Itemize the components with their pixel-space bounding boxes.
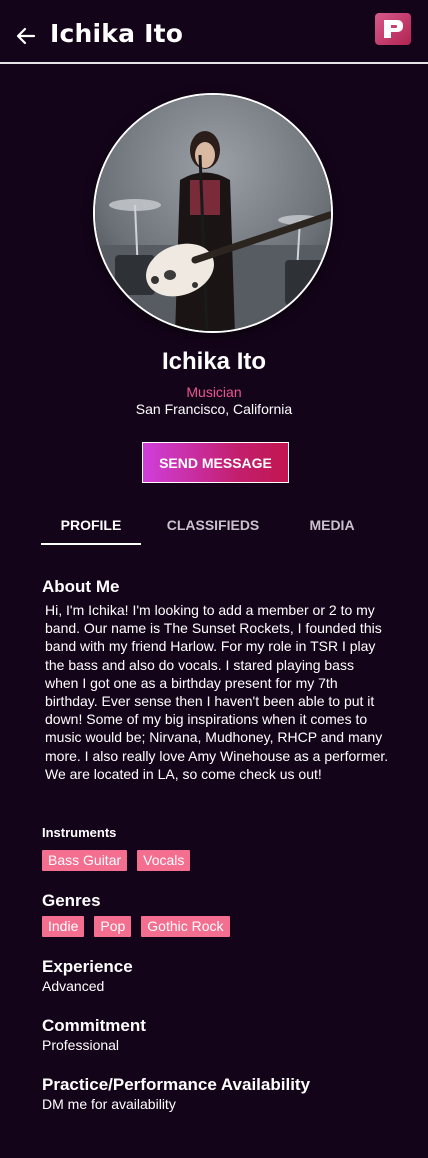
profile-role: Musician: [186, 384, 242, 400]
tag-genre: Pop: [94, 916, 132, 937]
tab-profile[interactable]: PROFILE: [41, 506, 141, 544]
instruments-title: Instruments: [42, 825, 117, 840]
about-text: Hi, I'm Ichika! I'm looking to add a mem…: [45, 602, 389, 782]
musician-photo: [95, 95, 331, 331]
tag-instrument: Bass Guitar: [42, 850, 128, 871]
page-title: Ichika Ito: [50, 19, 184, 48]
send-message-button[interactable]: SEND MESSAGE: [142, 442, 289, 483]
app-header: Ichika Ito: [0, 0, 428, 64]
app-logo[interactable]: [375, 13, 411, 45]
experience-value: Advanced: [42, 978, 105, 994]
genres-title: Genres: [42, 891, 101, 910]
tag-genre: Gothic Rock: [141, 916, 230, 937]
tab-classifieds[interactable]: CLASSIFIEDS: [163, 506, 263, 544]
avatar: [93, 93, 333, 333]
logo-letter-icon: [384, 20, 403, 38]
tag-instrument: Vocals: [137, 850, 191, 871]
availability-title: Practice/Performance Availability: [42, 1075, 311, 1094]
active-tab-indicator: [41, 543, 141, 545]
genres-tags: Indie Pop Gothic Rock: [42, 916, 230, 937]
experience-title: Experience: [42, 957, 133, 976]
instruments-tags: Bass Guitar Vocals: [42, 850, 191, 871]
profile-location: San Francisco, California: [135, 401, 293, 417]
tag-genre: Indie: [42, 916, 85, 937]
about-title: About Me: [42, 577, 120, 596]
arrow-left-icon: [16, 27, 36, 45]
commitment-value: Professional: [42, 1037, 120, 1053]
back-button[interactable]: [14, 24, 38, 48]
availability-value: DM me for availability: [42, 1096, 176, 1112]
profile-name: Ichika Ito: [161, 348, 267, 375]
tab-media[interactable]: MEDIA: [282, 506, 382, 544]
commitment-title: Commitment: [42, 1016, 146, 1035]
